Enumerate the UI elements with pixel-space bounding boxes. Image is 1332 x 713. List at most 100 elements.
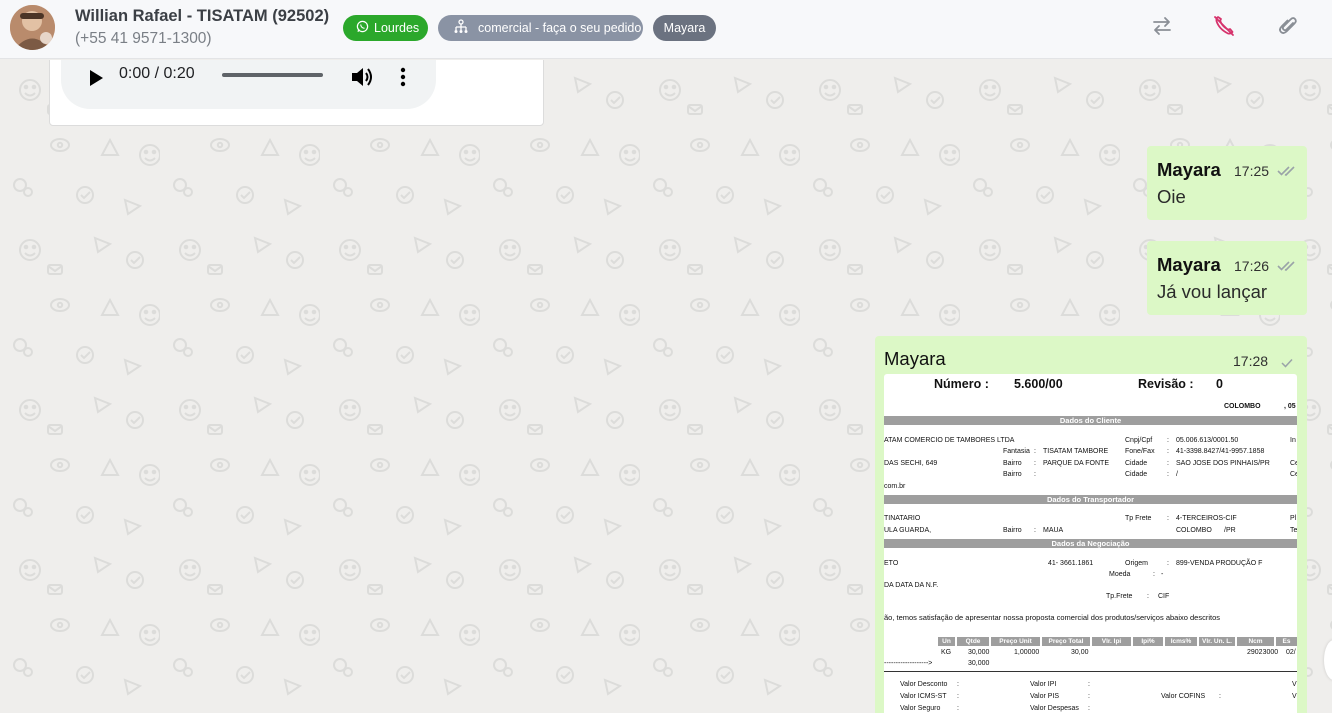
doc-total-seguro: Valor Seguro [900, 705, 941, 712]
message-bubble: Mayara 17:25 Oie [1147, 146, 1307, 220]
doc-transp-cidade: COLOMBO [1176, 527, 1212, 534]
doc-transp-uf: /PR [1224, 527, 1236, 534]
volume-button[interactable] [349, 65, 375, 89]
doc-colon: : [1153, 571, 1155, 578]
doc-colon: : [1088, 681, 1090, 688]
chat-area: 0:00 / 0:20 Mayara 17:25 Oie Mayara 17:2… [0, 60, 1332, 713]
doc-th: Es [1276, 637, 1297, 646]
message-bubble: Mayara 17:26 Já vou lançar [1147, 241, 1307, 315]
doc-fone-label: Fone/Fax [1125, 448, 1155, 455]
doc-row-qtde: 30,000 [968, 649, 990, 656]
doc-numero-value: 5.600/00 [1014, 377, 1063, 391]
audio-progress-bar[interactable] [222, 73, 323, 77]
doc-total-pis: Valor PIS [1030, 693, 1060, 700]
end-call-button[interactable] [1210, 14, 1238, 42]
doc-neg-linha1: ETO [884, 560, 899, 567]
doc-city: COLOMBO [1224, 403, 1261, 410]
audio-message: 0:00 / 0:20 [49, 60, 544, 126]
double-check-icon [1277, 259, 1297, 271]
play-button[interactable] [87, 68, 105, 88]
doc-neg-origem-value: 899-VENDA PRODUÇÃO F [1176, 560, 1263, 567]
doc-colon: : [1034, 527, 1036, 534]
queue-tag[interactable]: Lourdes [343, 15, 428, 41]
end-call-icon [1212, 14, 1236, 43]
doc-numero-label: Número : [934, 377, 989, 391]
doc-th: Ipi% [1133, 637, 1163, 646]
doc-total-desconto: Valor Desconto [900, 681, 948, 688]
doc-colon: : [957, 681, 959, 688]
more-options-icon[interactable] [398, 65, 408, 89]
doc-city-suffix: , 05 [1284, 403, 1296, 410]
doc-transp-endereco: ULA GUARDA, [884, 527, 932, 534]
doc-colon: : [1034, 460, 1036, 467]
doc-transp-tpfrete-label: Tp Frete [1125, 515, 1152, 522]
message-text: Oie [1157, 186, 1186, 207]
doc-th: Vlr. Ipi [1092, 637, 1131, 646]
attach-icon [1277, 15, 1299, 42]
doc-th: Vlr. Un. L. [1199, 637, 1235, 646]
transfer-button[interactable] [1148, 14, 1176, 42]
doc-cnpj-value: 05.006.613/0001.50 [1176, 437, 1239, 444]
audio-time: 0:00 / 0:20 [119, 65, 195, 82]
doc-transp-tpfrete-value: 4-TERCEIROS-CIF [1176, 515, 1237, 522]
doc-neg-tpfrete-label: Tp.Frete [1106, 593, 1133, 600]
doc-total-v: V [1292, 681, 1297, 688]
contact-phone: (+55 41 9571-1300) [75, 30, 212, 47]
doc-cnpj-label: Cnpj/Cpf [1125, 437, 1153, 444]
doc-transp-extra2: Te [1290, 527, 1297, 534]
doc-neg-moeda-value: - [1161, 571, 1164, 578]
doc-total-arrow: -------------------> [884, 660, 933, 667]
doc-row-un: KG [941, 649, 952, 656]
doc-row-ncm: 29023000 [1247, 649, 1279, 656]
doc-section-transportador: Dados do Transportador [884, 495, 1297, 504]
flow-tag[interactable]: comercial - faça o seu pedido [438, 15, 643, 41]
doc-cidade2-value: / [1176, 471, 1178, 478]
doc-revisao-value: 0 [1216, 377, 1223, 391]
double-check-icon [1277, 164, 1297, 176]
doc-th: Preço Unit [991, 637, 1040, 646]
doc-transp-bairro-label: Bairro [1003, 527, 1022, 534]
doc-row-preco-total: 30,00 [1071, 649, 1089, 656]
document-image[interactable]: Número : 5.600/00 Revisão : 0 COLOMBO , … [884, 374, 1297, 713]
contact-avatar[interactable] [10, 5, 55, 50]
doc-th: Un [938, 637, 955, 646]
doc-neg-tpfrete-value: CIF [1158, 593, 1170, 600]
doc-total-cofins: Valor COFINS [1161, 693, 1206, 700]
contact-name: Willian Rafael - TISATAM (92502) [75, 7, 330, 25]
whatsapp-icon [356, 20, 374, 36]
doc-th: Icms% [1165, 637, 1197, 646]
doc-cidade-value: SAO JOSE DOS PINHAIS/PR [1176, 460, 1270, 467]
doc-colon: : [1167, 460, 1169, 467]
doc-colon: : [1167, 448, 1169, 455]
doc-fone-value: 41-3398.8427/41-9957.1858 [1176, 448, 1265, 455]
audio-player: 0:00 / 0:20 [61, 60, 436, 109]
attach-button[interactable] [1274, 14, 1302, 42]
doc-total-icms-st: Valor ICMS-ST [900, 693, 947, 700]
doc-colon: : [1167, 515, 1169, 522]
doc-th: Qtde [957, 637, 989, 646]
chat-header: Willian Rafael - TISATAM (92502) (+55 41… [0, 0, 1332, 59]
doc-cliente-endereco: DAS SECHI, 649 [884, 460, 938, 467]
doc-section-negociacao: Dados da Negociação [884, 539, 1297, 548]
message-time: 17:25 [1234, 163, 1270, 179]
doc-colon: : [1167, 560, 1169, 567]
user-tag[interactable]: Mayara [653, 15, 716, 41]
image-message-bubble: Mayara 17:28 Número : 5.600/00 Revisão :… [875, 336, 1307, 713]
message-time: 17:28 [1233, 353, 1269, 369]
doc-colon: : [1088, 693, 1090, 700]
doc-cidade2-label: Cidade [1125, 471, 1148, 478]
doc-total-qtde: 30,000 [968, 660, 990, 667]
doc-colon: : [1034, 471, 1036, 478]
doc-transp-extra1: Pl [1290, 515, 1297, 522]
doc-neg-moeda-label: Moeda [1109, 571, 1131, 578]
doc-colon: : [1034, 448, 1036, 455]
message-time: 17:26 [1234, 258, 1270, 274]
doc-cnpj-extra: In [1290, 437, 1296, 444]
message-sender: Mayara [1157, 254, 1221, 275]
doc-colon: : [957, 693, 959, 700]
doc-fantasia-value: TISATAM TAMBORE [1043, 448, 1109, 455]
doc-colon: : [1147, 593, 1149, 600]
doc-cidade-label: Cidade [1125, 460, 1148, 467]
doc-section-cliente: Dados do Cliente [884, 416, 1297, 425]
flow-icon [453, 19, 478, 37]
